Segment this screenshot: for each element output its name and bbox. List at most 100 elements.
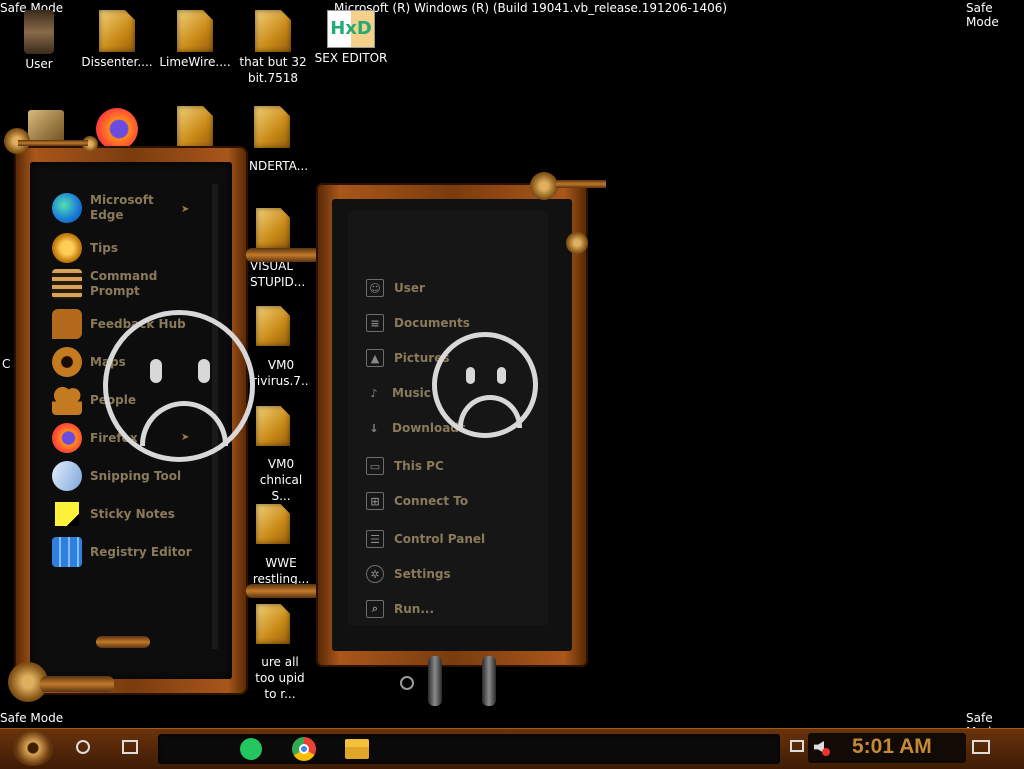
monitor-icon: ▭ [366, 457, 384, 475]
desktop-icon-label-partial: VM0 rivirus.7... [252, 358, 310, 388]
network-tray-icon[interactable] [790, 740, 804, 752]
sticky-note-icon [55, 502, 79, 526]
file-icon[interactable] [256, 306, 290, 346]
places-item-label: Settings [394, 567, 451, 581]
desktop-icon-label-partial: ure all too upid to r... [255, 655, 305, 701]
sad-face-overlay-icon [432, 332, 538, 438]
file-explorer-icon[interactable] [345, 739, 369, 759]
desktop-icon-user[interactable]: User [2, 10, 76, 72]
sad-face-overlay-icon [103, 310, 255, 462]
start-app-label: Microsoft Edge [90, 193, 154, 222]
desktop-icon-sex-editor[interactable]: HxD SEX EDITOR [314, 10, 388, 66]
gear-decoration-icon [566, 232, 588, 254]
pipe-connector-decoration [246, 248, 320, 262]
hanging-lever-decoration[interactable] [428, 656, 442, 706]
desktop-icon-limewire[interactable]: LimeWire.... [158, 10, 232, 70]
safe-mode-label-top-right: Safe Mode [966, 1, 999, 29]
control-panel-icon: ☰ [366, 530, 384, 548]
start-app-sticky-notes[interactable]: Sticky Notes [52, 498, 222, 530]
people-icon [52, 385, 82, 415]
file-icon [255, 10, 291, 52]
gear-icon: ✲ [366, 565, 384, 583]
run-icon: ⌕ [366, 600, 384, 618]
registry-icon [52, 537, 82, 567]
places-item-this-pc[interactable]: ▭ This PC [366, 454, 444, 478]
desktop-edge-partial-text: C [2, 357, 11, 371]
hxd-editor-icon: HxD [327, 10, 375, 48]
places-item-settings[interactable]: ✲ Settings [366, 562, 451, 586]
firefox-icon [52, 423, 82, 453]
places-item-control-panel[interactable]: ☰ Control Panel [366, 527, 485, 551]
power-icon[interactable] [400, 676, 414, 690]
desktop-icon-dissenter[interactable]: Dissenter.... [80, 10, 154, 70]
taskbar-clock[interactable]: 5:01 AM [852, 735, 932, 759]
desktop-file-icon[interactable] [158, 106, 232, 150]
notifications-icon[interactable] [972, 740, 990, 754]
places-item-documents[interactable]: ≡ Documents [366, 311, 470, 335]
desktop-icon-label-partial: VM0 chnical S... [259, 457, 303, 503]
places-item-label: Control Panel [394, 532, 486, 546]
start-app-tips[interactable]: Tips [52, 232, 222, 264]
feedback-icon [52, 309, 82, 339]
start-app-label: Command Prompt [90, 269, 158, 298]
hanging-lever-decoration[interactable] [482, 656, 496, 706]
places-item-connect-to[interactable]: ⊞ Connect To [366, 489, 468, 513]
mute-x-icon [822, 748, 830, 756]
scissors-icon [47, 456, 87, 496]
desktop-icon-label-partial: VISUAL STUPID... [250, 259, 306, 289]
user-icon: ☺ [366, 279, 384, 297]
firefox-desktop-icon[interactable] [96, 108, 138, 150]
places-item-label: This PC [394, 459, 444, 473]
file-icon[interactable] [256, 504, 290, 544]
gear-decoration-icon [530, 172, 558, 200]
file-icon[interactable] [256, 604, 290, 644]
desktop-icon-label: SEX EDITOR [314, 51, 388, 65]
file-icon[interactable] [256, 406, 290, 446]
places-item-label: Music [392, 386, 431, 400]
start-app-label: Registry Editor [90, 544, 192, 559]
music-icon: ♪ [370, 386, 378, 400]
maps-icon [52, 347, 82, 377]
pipe-decoration [556, 180, 606, 188]
start-button[interactable] [12, 730, 54, 766]
start-app-label: Sticky Notes [90, 506, 175, 521]
start-app-label: Tips [90, 240, 119, 255]
start-app-registry-editor[interactable]: Registry Editor [52, 536, 222, 568]
document-icon: ≡ [366, 314, 384, 332]
desktop-icon-label: LimeWire.... [159, 55, 231, 69]
pipe-connector-decoration [246, 584, 320, 598]
network-icon: ⊞ [366, 492, 384, 510]
chrome-icon[interactable] [292, 737, 316, 761]
places-item-label: User [394, 281, 425, 295]
search-button-icon[interactable] [76, 740, 90, 754]
start-app-command-prompt[interactable]: Command Prompt [52, 268, 222, 300]
lightbulb-decoration-icon [96, 636, 150, 648]
file-icon[interactable] [256, 208, 290, 248]
notes-app-icon[interactable] [240, 738, 262, 760]
desktop-icon-that-but-32bit[interactable]: that but 32 bit.7518 [236, 10, 310, 86]
file-icon [177, 106, 213, 148]
desktop-icon-label: Dissenter.... [81, 55, 153, 69]
command-prompt-icon [52, 269, 82, 299]
places-item-music[interactable]: ♪ Music [366, 381, 431, 405]
places-item-user[interactable]: ☺ User [366, 276, 425, 300]
edge-icon [52, 193, 82, 223]
places-item-label: Documents [394, 316, 470, 330]
file-icon[interactable] [254, 106, 290, 148]
desktop-icon-label: that but 32 bit.7518 [239, 55, 307, 85]
file-icon [99, 10, 135, 52]
user-folder-icon [24, 10, 54, 54]
task-view-icon[interactable] [122, 740, 138, 754]
desktop-icon-label-partial: NDERTA... [249, 159, 309, 173]
places-item-run[interactable]: ⌕ Run... [366, 597, 434, 621]
places-item-label: Run... [394, 602, 435, 616]
safe-mode-label-bottom-left: Safe Mode [0, 711, 64, 725]
submenu-arrow-icon[interactable]: ➤ [181, 204, 189, 215]
start-app-microsoft-edge[interactable]: Microsoft Edge [52, 192, 222, 224]
windows-build-label: Microsoft (R) Windows (R) (Build 19041.v… [334, 1, 728, 15]
start-app-snipping-tool[interactable]: Snipping Tool [47, 456, 222, 496]
start-app-label: Snipping Tool [90, 468, 182, 483]
engine-decoration [40, 676, 114, 692]
picture-icon: ▲ [366, 349, 384, 367]
desktop-icon-label: User [25, 57, 53, 71]
